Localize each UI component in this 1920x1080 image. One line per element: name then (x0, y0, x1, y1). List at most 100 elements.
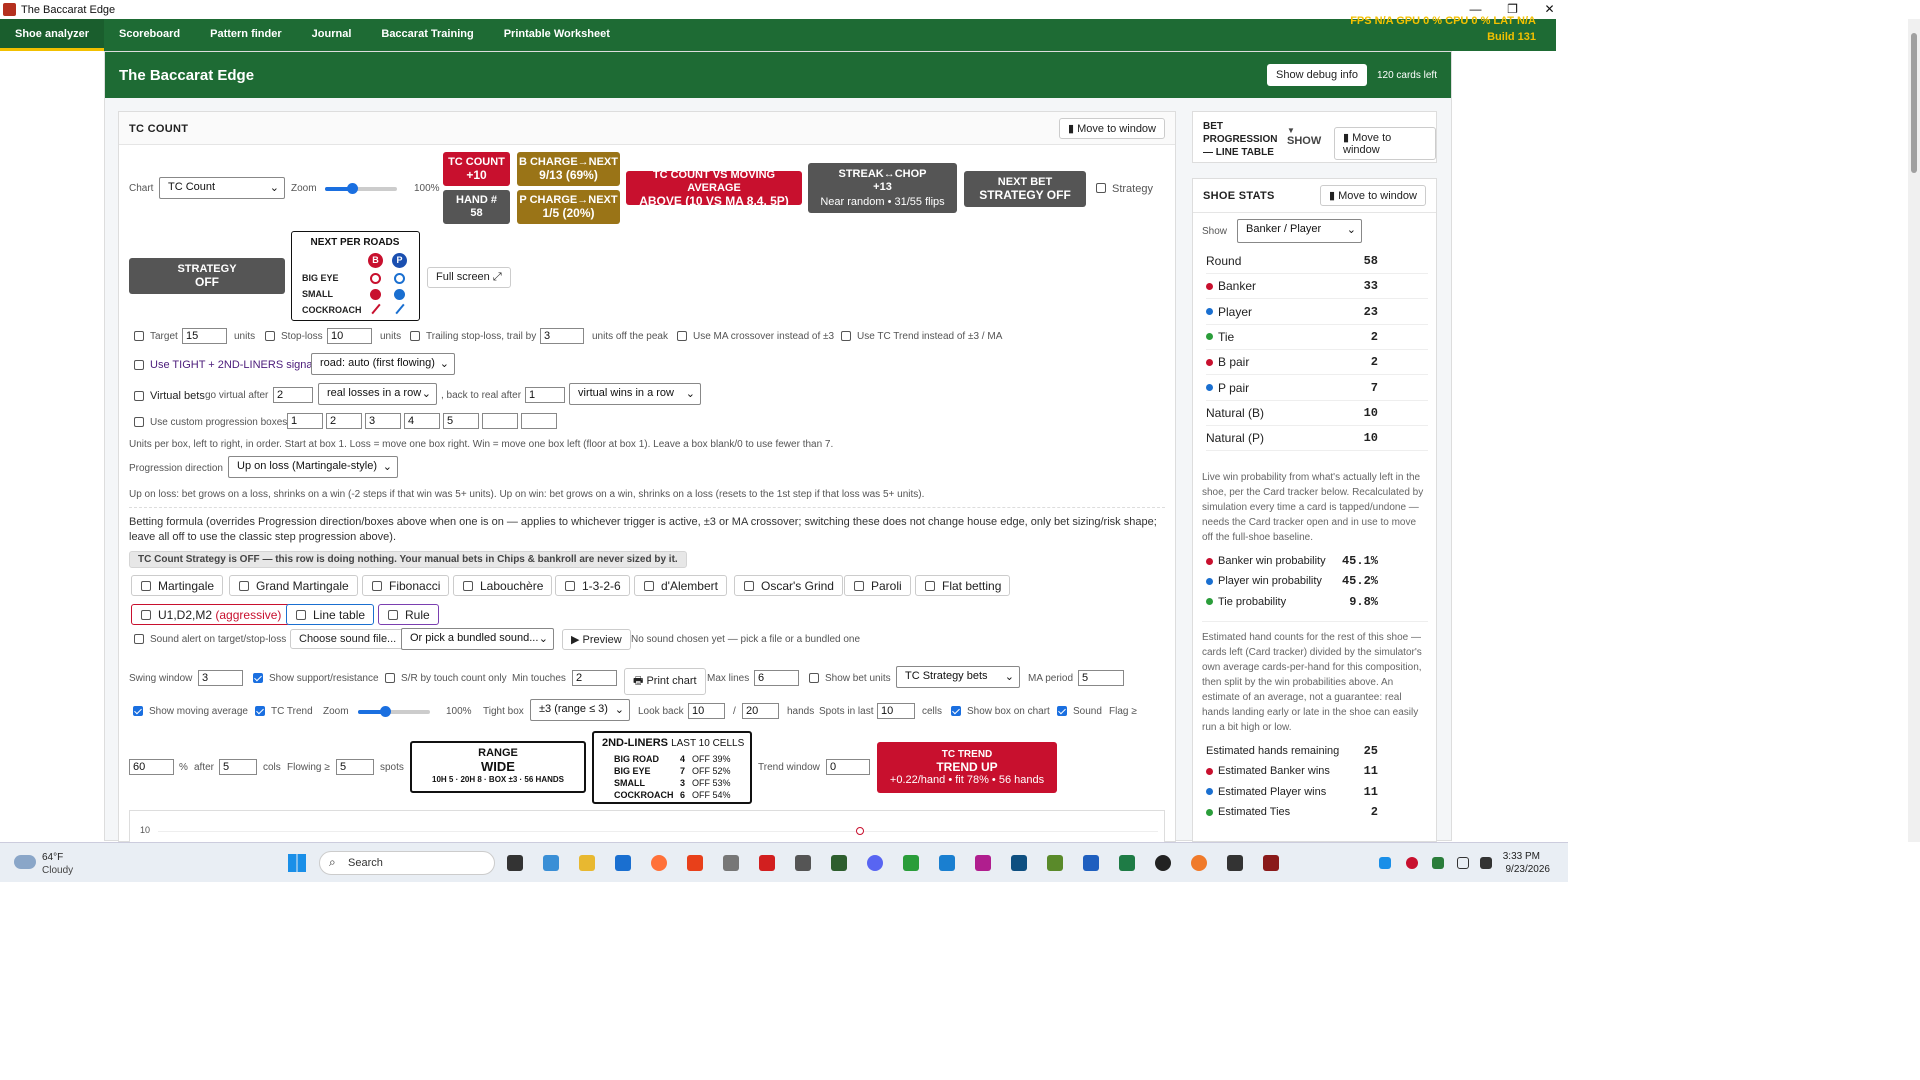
after-cols-input[interactable]: 5 (219, 759, 257, 775)
rule-option[interactable]: Rule (378, 604, 439, 625)
rule-checkbox[interactable] (388, 610, 398, 620)
prog-box-6[interactable] (482, 413, 518, 429)
chart-select[interactable]: TC Count ⌄ (159, 177, 285, 199)
preview-button[interactable]: ▶ Preview (562, 629, 631, 650)
app-icon-6[interactable] (939, 855, 955, 871)
prog-box-3[interactable]: 3 (365, 413, 401, 429)
prog-box-2[interactable]: 2 (326, 413, 362, 429)
baccarat-edge-taskbar-icon[interactable] (1263, 855, 1279, 871)
ma-crossover-checkbox[interactable] (677, 331, 687, 341)
max-lines-input[interactable]: 6 (754, 670, 799, 686)
paroli-checkbox[interactable] (854, 581, 864, 591)
terminal-icon[interactable] (1227, 855, 1243, 871)
stop-loss-input[interactable]: 10 (327, 328, 372, 344)
prog-box-4[interactable]: 4 (404, 413, 440, 429)
flowing-input[interactable]: 5 (336, 759, 374, 775)
zoom-slider[interactable] (325, 183, 397, 194)
target-input[interactable]: 15 (182, 328, 227, 344)
betprog-move-window-button[interactable]: ▮ Move to window (1334, 127, 1436, 160)
app-icon-11[interactable] (1191, 855, 1207, 871)
back-to-real-input[interactable]: 1 (525, 387, 565, 403)
1326-option[interactable]: 1-3-2-6 (555, 575, 630, 596)
martingale-option[interactable]: Martingale (131, 575, 224, 596)
stats-show-select[interactable]: Banker / Player ⌄ (1237, 219, 1362, 243)
full-screen-button[interactable]: Full screen ⤢ (427, 267, 511, 288)
go-virtual-input[interactable]: 2 (273, 387, 313, 403)
fibonacci-option[interactable]: Fibonacci (362, 575, 450, 596)
show-debug-button[interactable]: Show debug info (1267, 64, 1367, 86)
firefox-icon[interactable] (651, 855, 667, 871)
fibonacci-checkbox[interactable] (372, 581, 382, 591)
discord-icon[interactable] (867, 855, 883, 871)
calculator-icon[interactable] (795, 855, 811, 871)
tab-shoe-analyzer[interactable]: Shoe analyzer (0, 19, 104, 51)
network-icon[interactable] (1457, 857, 1469, 869)
tab-printable-worksheet[interactable]: Printable Worksheet (489, 19, 625, 51)
sound-alert-checkbox[interactable] (134, 634, 144, 644)
tray-icon-3[interactable] (1432, 857, 1444, 869)
app-icon-3[interactable] (723, 855, 739, 871)
close-icon[interactable]: ✕ (1531, 0, 1568, 18)
labouchere-checkbox[interactable] (463, 581, 473, 591)
virtual-wins-select[interactable]: virtual wins in a row ⌄ (569, 383, 701, 405)
tray-icon-2[interactable] (1406, 857, 1418, 869)
labouchere-option[interactable]: Labouchère (453, 575, 553, 596)
dalembert-checkbox[interactable] (644, 581, 654, 591)
app-icon-8[interactable] (1011, 855, 1027, 871)
tight-box-select[interactable]: ±3 (range ≤ 3) ⌄ (530, 699, 630, 721)
dalembert-option[interactable]: d'Alembert (634, 575, 727, 596)
target-checkbox[interactable] (134, 331, 144, 341)
outlook-icon[interactable] (615, 855, 631, 871)
print-chart-button[interactable]: 🖶 Print chart (624, 668, 706, 695)
acrobat-icon[interactable] (759, 855, 775, 871)
virtual-bets-checkbox[interactable] (134, 391, 144, 401)
show-sr-checkbox[interactable] (253, 673, 263, 683)
flat-betting-checkbox[interactable] (925, 581, 935, 591)
look-back-input-2[interactable]: 20 (742, 703, 779, 719)
app-icon-7[interactable] (975, 855, 991, 871)
tc-trend-checkbox[interactable] (255, 706, 265, 716)
page-scrollbar[interactable] (1908, 19, 1920, 842)
task-view-icon[interactable] (507, 855, 523, 871)
spots-in-last-input[interactable]: 10 (877, 703, 915, 719)
grand-martingale-checkbox[interactable] (239, 581, 249, 591)
excel-icon[interactable] (1119, 855, 1135, 871)
file-explorer-icon[interactable] (579, 855, 595, 871)
tab-journal[interactable]: Journal (297, 19, 367, 51)
stats-move-window-button[interactable]: ▮ Move to window (1320, 185, 1426, 206)
road-select[interactable]: road: auto (first flowing) ⌄ (311, 353, 455, 375)
app-icon-5[interactable] (903, 855, 919, 871)
martingale-checkbox[interactable] (141, 581, 151, 591)
prog-box-5[interactable]: 5 (443, 413, 479, 429)
paroli-option[interactable]: Paroli (844, 575, 911, 596)
prog-box-1[interactable]: 1 (287, 413, 323, 429)
trail-by-input[interactable]: 3 (540, 328, 584, 344)
strategy-checkbox[interactable] (1096, 183, 1106, 193)
progression-direction-select[interactable]: Up on loss (Martingale-style) ⌄ (228, 456, 398, 478)
grand-martingale-option[interactable]: Grand Martingale (229, 575, 358, 596)
tc-strategy-bets-select[interactable]: TC Strategy bets ⌄ (896, 666, 1020, 688)
custom-progression-checkbox[interactable] (134, 417, 144, 427)
oscars-grind-option[interactable]: Oscar's Grind (734, 575, 843, 596)
volume-icon[interactable] (1480, 857, 1492, 869)
ma-period-input[interactable]: 5 (1078, 670, 1124, 686)
trailing-stop-checkbox[interactable] (410, 331, 420, 341)
taskbar-search[interactable]: ⌕ Search (319, 851, 495, 875)
u1d2m2-option[interactable]: U1,D2,M2 (aggressive) (131, 604, 291, 625)
show-ma-checkbox[interactable] (133, 706, 143, 716)
flat-betting-option[interactable]: Flat betting (915, 575, 1011, 596)
tab-baccarat-training[interactable]: Baccarat Training (366, 19, 488, 51)
min-touches-input[interactable]: 2 (572, 670, 617, 686)
swing-window-input[interactable]: 3 (198, 670, 243, 686)
windows-start-icon[interactable] (288, 854, 306, 872)
trend-window-input[interactable]: 0 (826, 759, 870, 775)
clock-date[interactable]: 9/23/2026 (1506, 864, 1551, 875)
look-back-input-1[interactable]: 10 (688, 703, 725, 719)
choose-sound-button[interactable]: Choose sound file... (290, 629, 406, 649)
weather-temp[interactable]: 64°F (42, 852, 63, 863)
tab-pattern-finder[interactable]: Pattern finder (195, 19, 297, 51)
app-icon-1[interactable] (543, 855, 559, 871)
tc-move-window-button[interactable]: ▮ Move to window (1059, 118, 1165, 139)
sr-touch-checkbox[interactable] (385, 673, 395, 683)
tab-scoreboard[interactable]: Scoreboard (104, 19, 195, 51)
